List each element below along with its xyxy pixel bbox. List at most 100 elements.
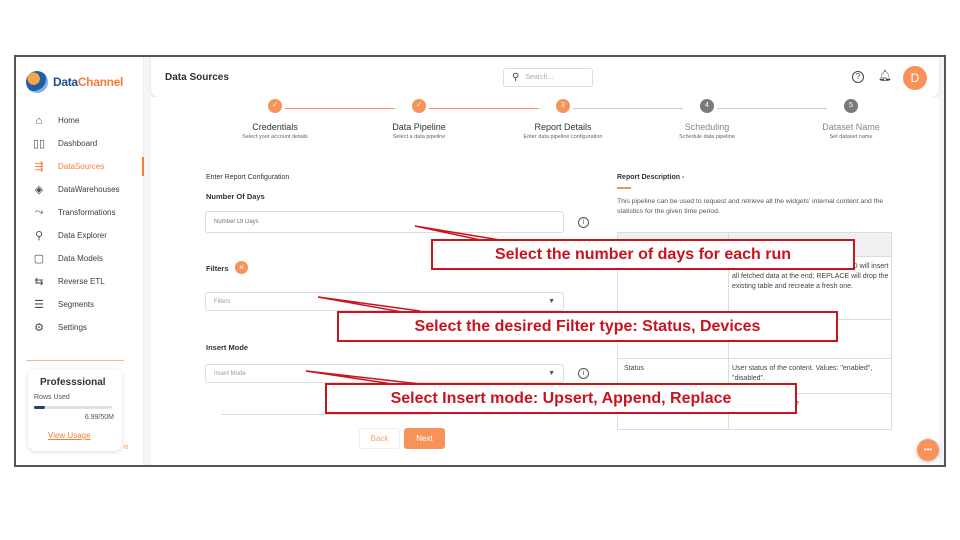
usage-progress-bar xyxy=(34,406,112,409)
sidebar-item-datawarehouses[interactable]: ◈ DataWarehouses xyxy=(16,178,144,201)
sidebar-item-label: Dashboard xyxy=(58,139,98,148)
step-number: 5 xyxy=(844,99,858,113)
filters-select[interactable]: Filters ▼ xyxy=(205,292,564,311)
step-sublabel: Set dataset name xyxy=(829,134,873,140)
step-credentials[interactable]: ✓ Credentials Select your account detail… xyxy=(195,99,355,140)
sidebar: DataChannel ⌂ Home ▯▯ Dashboard ⇶ DataSo… xyxy=(16,57,144,465)
next-button[interactable]: Next xyxy=(404,428,445,449)
sidebar-item-home[interactable]: ⌂ Home xyxy=(16,109,144,132)
step-label: Scheduling xyxy=(684,122,730,132)
table-cell: User status of the content. Values: "ena… xyxy=(732,365,873,382)
step-data-pipeline[interactable]: ✓ Data Pipeline Select a data pipeline xyxy=(339,99,499,140)
step-scheduling[interactable]: 4 Scheduling Schedule data pipeline xyxy=(627,99,787,140)
sidebar-item-settings[interactable]: ⚙ Settings xyxy=(16,316,144,339)
home-icon: ⌂ xyxy=(35,114,43,127)
sidebar-nav: ⌂ Home ▯▯ Dashboard ⇶ DataSources ◈ Data… xyxy=(16,109,144,339)
form-heading: Enter Report Configuration xyxy=(206,174,290,181)
top-header: Data Sources ⚲ Search... ? 🔔︎ D xyxy=(151,57,939,97)
plan-title: Professsional xyxy=(40,377,106,388)
callout-days: Select the number of days for each run xyxy=(431,239,855,270)
segments-icon: ☰ xyxy=(34,299,44,311)
check-icon: ✓ xyxy=(268,99,282,113)
sidebar-item-label: Transformations xyxy=(58,208,116,217)
step-label: Report Details xyxy=(534,122,592,132)
sidebar-divider xyxy=(26,360,124,361)
step-sublabel: Enter data pipeline configuration xyxy=(523,134,603,140)
insert-mode-label: Insert Mode xyxy=(206,343,249,352)
table-row-divider xyxy=(618,358,891,359)
warehouse-icon: ◈ xyxy=(34,184,44,196)
explorer-icon: ⚲ xyxy=(34,230,44,242)
usage-progress-fill xyxy=(34,406,45,409)
step-label: Credentials xyxy=(252,122,298,132)
transform-icon: ⤳ xyxy=(34,206,44,218)
sidebar-item-reverse-etl[interactable]: ⇆ Reverse ETL xyxy=(16,270,144,293)
step-report-details[interactable]: 3 Report Details Enter data pipeline con… xyxy=(483,99,643,140)
insert-mode-select[interactable]: Insert Mode ▼ xyxy=(205,364,564,383)
sidebar-item-transformations[interactable]: ⤳ Transformations xyxy=(16,201,144,224)
check-icon: ✓ xyxy=(412,99,426,113)
filters-placeholder: Filters xyxy=(214,298,231,305)
sidebar-item-label: Data Models xyxy=(58,254,103,263)
sidebar-item-label: Segments xyxy=(58,300,95,309)
view-usage-link[interactable]: View Usage xyxy=(48,431,91,440)
form-divider xyxy=(221,414,431,415)
callout-filters: Select the desired Filter type: Status, … xyxy=(337,311,838,342)
bell-icon[interactable]: 🔔︎ xyxy=(878,69,892,82)
models-icon: ▢ xyxy=(33,253,45,265)
table-cell: Status xyxy=(624,365,644,372)
sidebar-item-label: Settings xyxy=(58,323,87,332)
sidebar-item-label: DataSources xyxy=(58,162,105,171)
stepper: ✓ Credentials Select your account detail… xyxy=(151,99,939,149)
remove-filter-icon[interactable]: × xyxy=(235,261,248,274)
search-placeholder: Search... xyxy=(525,74,554,81)
step-number: 4 xyxy=(700,99,714,113)
reverse-etl-icon: ⇆ xyxy=(34,276,44,288)
sidebar-item-label: DataWarehouses xyxy=(58,185,120,194)
info-icon[interactable]: i xyxy=(578,368,589,379)
info-icon[interactable]: i xyxy=(578,217,589,228)
dashboard-icon: ▯▯ xyxy=(32,138,46,150)
caret-down-icon: ▼ xyxy=(548,370,555,377)
report-description-heading: Report Description - xyxy=(617,174,685,181)
callout-insert-mode: Select Insert mode: Upsert, Append, Repl… xyxy=(325,383,797,414)
page-title: Data Sources xyxy=(165,72,229,83)
sidebar-item-label: Home xyxy=(58,116,80,125)
sidebar-item-datasources[interactable]: ⇶ DataSources xyxy=(16,155,144,178)
rows-used-label: Rows Used xyxy=(34,394,70,401)
sidebar-item-dashboard[interactable]: ▯▯ Dashboard xyxy=(16,132,144,155)
sidebar-item-data-explorer[interactable]: ⚲ Data Explorer xyxy=(16,224,144,247)
insert-mode-placeholder: Insert Mode xyxy=(214,370,246,377)
chat-icon[interactable]: ••• xyxy=(917,439,939,461)
back-button[interactable]: Back xyxy=(359,428,400,449)
datasources-icon: ⇶ xyxy=(34,161,44,173)
logo-text: DataChannel xyxy=(53,75,124,89)
sidebar-item-label: Data Explorer xyxy=(58,231,107,240)
step-sublabel: Select a data pipeline xyxy=(392,134,446,140)
days-label: Number Of Days xyxy=(206,192,265,201)
heading-underline xyxy=(617,187,631,189)
plan-card: Professsional Rows Used 6.99/50M View Us… xyxy=(28,369,122,451)
sidebar-item-label: Reverse ETL xyxy=(58,277,105,286)
step-number: 3 xyxy=(556,99,570,113)
help-icon[interactable]: ? xyxy=(852,71,864,83)
datachannel-logo-icon xyxy=(26,71,48,93)
logo[interactable]: DataChannel xyxy=(26,71,123,93)
step-label: Dataset Name xyxy=(822,122,880,132)
step-dataset-name[interactable]: 5 Dataset Name Set dataset name xyxy=(771,99,931,140)
collapse-sidebar-icon[interactable]: « xyxy=(123,441,129,453)
sidebar-item-segments[interactable]: ☰ Segments xyxy=(16,293,144,316)
caret-down-icon: ▼ xyxy=(548,298,555,305)
avatar[interactable]: D xyxy=(903,66,927,90)
filters-label: Filters xyxy=(206,264,229,273)
search-icon: ⚲ xyxy=(512,72,520,83)
search-box[interactable]: ⚲ Search... xyxy=(503,68,593,87)
sidebar-item-data-models[interactable]: ▢ Data Models xyxy=(16,247,144,270)
step-sublabel: Schedule data pipeline xyxy=(679,134,735,140)
report-description-text: This pipeline can be used to request and… xyxy=(617,198,884,215)
number-of-days-input[interactable] xyxy=(205,211,564,233)
usage-value: 6.99/50M xyxy=(84,414,114,421)
step-sublabel: Select your account details xyxy=(242,134,308,140)
step-label: Data Pipeline xyxy=(392,122,446,132)
settings-icon: ⚙ xyxy=(34,322,44,334)
